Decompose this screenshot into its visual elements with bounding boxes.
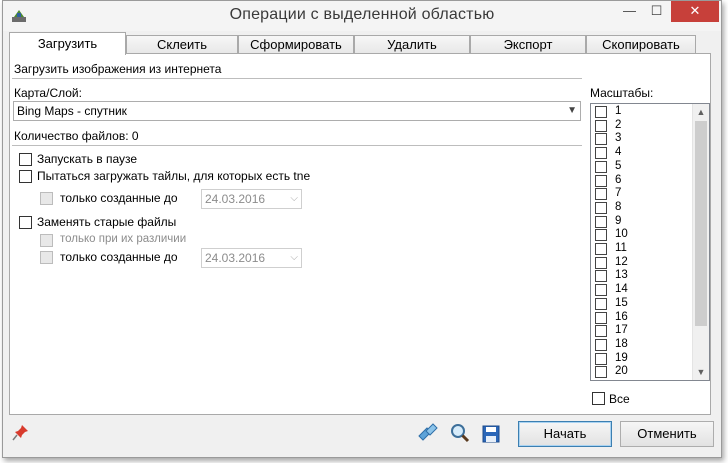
scale-number: 15 — [615, 296, 628, 309]
scale-checkbox[interactable] — [595, 174, 607, 187]
scale-checkbox[interactable] — [595, 147, 607, 160]
scale-checkbox[interactable] — [595, 352, 607, 365]
scale-checkbox[interactable] — [595, 243, 607, 255]
scale-number: 7 — [615, 187, 622, 200]
scale-number: 8 — [615, 200, 622, 213]
divider — [12, 78, 582, 79]
only-created-before-checkbox-1[interactable] — [40, 192, 53, 205]
scale-checkbox[interactable] — [595, 106, 607, 118]
dialog-window: Операции с выделенной областью — ☐ ✕ Заг… — [2, 0, 722, 458]
scale-number: 4 — [615, 146, 622, 159]
scroll-down-icon[interactable]: ▼ — [693, 364, 709, 380]
scales-label: Масштабы: — [590, 86, 654, 100]
all-scales-checkbox[interactable] — [592, 392, 605, 405]
scale-checkbox[interactable] — [595, 160, 607, 173]
scale-number: 9 — [615, 214, 622, 227]
divider — [12, 145, 582, 146]
tab-delete[interactable]: Удалить — [354, 35, 470, 55]
start-paused-checkbox[interactable] — [19, 153, 32, 166]
map-layer-value: Bing Maps - спутник — [17, 104, 127, 118]
scale-number: 14 — [615, 283, 628, 296]
scale-number: 1 — [615, 105, 622, 117]
only-created-before-label-2: только созданные до — [60, 250, 178, 264]
scale-number: 12 — [615, 255, 628, 268]
minimize-button[interactable]: — — [616, 1, 643, 22]
all-scales-label: Все — [609, 392, 630, 406]
scale-number: 2 — [615, 118, 622, 131]
try-load-tne-label: Пытаться загружать тайлы, для которых ес… — [37, 169, 311, 183]
scale-checkbox[interactable] — [595, 256, 607, 269]
date-picker-2[interactable]: 24.03.2016 ⌵ — [201, 248, 302, 268]
scale-checkbox[interactable] — [595, 297, 607, 310]
only-if-different-label: только при их различии — [60, 233, 187, 245]
map-layer-label: Карта/Слой: — [14, 86, 82, 100]
tab-copy[interactable]: Скопировать — [586, 35, 696, 55]
replace-old-label: Заменять старые файлы — [37, 215, 177, 229]
map-layer-select[interactable]: Bing Maps - спутник ▼ — [13, 101, 581, 121]
scales-list[interactable]: 1 2 3 4 5 6 7 8 9 10 11 12 13 14 15 16 1… — [590, 103, 710, 381]
chevron-down-icon: ⌵ — [290, 193, 298, 204]
window-title: Операции с выделенной областью — [229, 6, 495, 23]
tab-load[interactable]: Загрузить — [9, 32, 126, 55]
scale-checkbox[interactable] — [595, 229, 607, 242]
scale-checkbox[interactable] — [595, 188, 607, 201]
scroll-up-icon[interactable]: ▲ — [693, 104, 709, 120]
pin-icon[interactable] — [12, 423, 30, 441]
panel-heading: Загрузить изображения из интернета — [14, 62, 222, 76]
scale-number: 11 — [615, 242, 627, 254]
scale-checkbox[interactable] — [595, 366, 607, 379]
scale-number: 5 — [615, 159, 622, 172]
tab-generate[interactable]: Сформировать — [238, 35, 354, 55]
scale-checkbox[interactable] — [595, 119, 607, 132]
only-if-different-checkbox[interactable] — [40, 234, 53, 247]
scale-number: 18 — [615, 337, 628, 350]
try-load-tne-checkbox[interactable] — [19, 170, 32, 183]
scale-number: 17 — [615, 324, 628, 337]
scale-checkbox[interactable] — [595, 284, 607, 297]
tiles-icon[interactable] — [417, 422, 439, 444]
date-picker-1[interactable]: 24.03.2016 ⌵ — [201, 189, 302, 209]
scale-checkbox[interactable] — [595, 270, 607, 283]
scale-number: 16 — [615, 310, 628, 323]
scale-number: 13 — [615, 269, 628, 282]
scale-number: 20 — [615, 365, 628, 378]
scale-checkbox[interactable] — [595, 325, 607, 338]
scale-checkbox[interactable] — [595, 215, 607, 228]
scale-number: 10 — [615, 228, 628, 241]
magnifier-icon[interactable] — [449, 422, 471, 444]
only-created-before-checkbox-2[interactable] — [40, 251, 53, 264]
scale-number: 6 — [615, 173, 622, 186]
only-created-before-label-1: только созданные до — [60, 191, 178, 205]
start-button[interactable]: Начать — [518, 421, 612, 447]
date-value-2: 24.03.2016 — [205, 251, 266, 265]
maximize-button[interactable]: ☐ — [643, 1, 670, 22]
scales-scrollbar[interactable]: ▲ ▼ — [692, 104, 709, 380]
scale-checkbox[interactable] — [595, 338, 607, 351]
scale-checkbox[interactable] — [595, 201, 607, 214]
start-paused-label: Запускать в паузе — [37, 152, 138, 166]
tab-stitch[interactable]: Склеить — [126, 35, 238, 55]
title-bar[interactable]: Операции с выделенной областью — ☐ ✕ — [3, 1, 721, 31]
scrollbar-thumb[interactable] — [695, 121, 707, 326]
chevron-down-icon: ⌵ — [290, 252, 298, 263]
scale-number: 3 — [615, 132, 622, 145]
cancel-button[interactable]: Отменить — [620, 421, 714, 447]
scale-number: 19 — [615, 351, 628, 364]
replace-old-checkbox[interactable] — [19, 216, 32, 229]
scale-checkbox[interactable] — [595, 311, 607, 324]
tab-export[interactable]: Экспорт — [470, 35, 586, 55]
close-button[interactable]: ✕ — [671, 1, 719, 22]
date-value-1: 24.03.2016 — [205, 192, 266, 206]
scale-checkbox[interactable] — [595, 133, 607, 146]
floppy-disk-icon[interactable] — [481, 424, 501, 444]
chevron-down-icon: ▼ — [567, 105, 577, 116]
file-count-label: Количество файлов: 0 — [14, 129, 139, 143]
